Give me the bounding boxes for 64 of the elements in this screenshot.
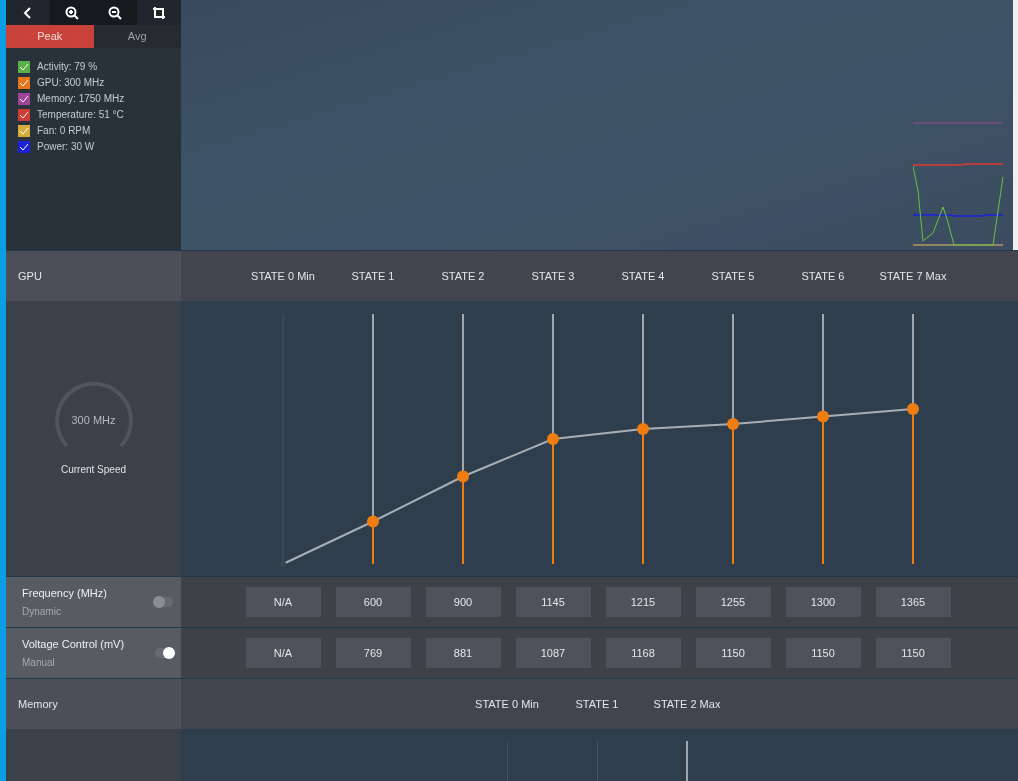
state-label: STATE 5 bbox=[711, 268, 755, 284]
zoom-in-icon bbox=[64, 5, 79, 20]
toggle-switch[interactable] bbox=[155, 648, 173, 658]
back-button[interactable] bbox=[6, 0, 50, 25]
state-slider[interactable] bbox=[907, 314, 919, 564]
value-field[interactable]: 1215 bbox=[605, 587, 681, 617]
value-field[interactable]: 769 bbox=[335, 638, 411, 668]
value-field[interactable]: 881 bbox=[425, 638, 501, 668]
legend-checkbox[interactable] bbox=[18, 76, 30, 89]
section-title: Memory bbox=[18, 696, 58, 712]
state-slider[interactable] bbox=[280, 314, 286, 567]
state-label: STATE 7 Max bbox=[879, 268, 947, 284]
setting-mode: Manual bbox=[22, 655, 56, 670]
state-label: STATE 2 bbox=[441, 268, 485, 284]
state-slider[interactable] bbox=[637, 314, 649, 564]
setting-label: Frequency (MHz) bbox=[22, 586, 107, 602]
state-slider[interactable] bbox=[727, 314, 739, 564]
state-slider[interactable] bbox=[367, 314, 379, 564]
legend-label: Memory: 1750 MHz bbox=[37, 92, 125, 106]
value-field[interactable]: 1087 bbox=[515, 638, 591, 668]
legend-label: Power: 30 W bbox=[37, 140, 95, 154]
gauge-label: Current Speed bbox=[60, 463, 126, 477]
legend-label: Activity: 79 % bbox=[37, 60, 98, 74]
legend-label: Fan: 0 RPM bbox=[37, 124, 91, 138]
crop-button[interactable] bbox=[137, 0, 181, 25]
state-slider[interactable] bbox=[547, 314, 559, 564]
state-slider[interactable] bbox=[817, 314, 829, 564]
value-field[interactable]: 1168 bbox=[605, 638, 681, 668]
zoom-in-button[interactable] bbox=[49, 0, 94, 25]
zoom-out-icon bbox=[108, 5, 123, 20]
state-label: STATE 2 Max bbox=[653, 696, 721, 712]
value-field[interactable]: 1255 bbox=[695, 587, 771, 617]
value-field[interactable]: 900 bbox=[425, 587, 501, 617]
state-label: STATE 0 Min bbox=[475, 696, 539, 712]
tab[interactable]: Avg bbox=[93, 25, 181, 48]
legend-checkbox[interactable] bbox=[18, 108, 30, 121]
legend-checkbox[interactable] bbox=[18, 140, 30, 153]
state-label: STATE 3 bbox=[531, 268, 575, 284]
section-title: GPU bbox=[18, 268, 42, 284]
setting-mode: Dynamic bbox=[22, 604, 62, 619]
state-label: STATE 0 Min bbox=[251, 268, 315, 284]
state-label: STATE 6 bbox=[801, 268, 845, 284]
gauge-value: 300 MHz bbox=[71, 412, 116, 428]
zoom-out-button[interactable] bbox=[93, 0, 138, 25]
state-label: STATE 1 bbox=[351, 268, 395, 284]
legend-label: Temperature: 51 °C bbox=[37, 108, 124, 122]
legend-checkbox[interactable] bbox=[18, 92, 30, 105]
state-label: STATE 1 bbox=[575, 696, 619, 712]
legend-checkbox[interactable] bbox=[18, 60, 30, 73]
value-field[interactable]: 1300 bbox=[785, 587, 861, 617]
legend-checkbox[interactable] bbox=[18, 124, 30, 137]
value-field[interactable]: 1145 bbox=[515, 587, 591, 617]
legend-label: GPU: 300 MHz bbox=[37, 76, 105, 90]
value-field[interactable]: 1150 bbox=[785, 638, 861, 668]
tab[interactable]: Peak bbox=[6, 25, 94, 48]
state-slider[interactable] bbox=[457, 314, 469, 564]
value-field[interactable]: 1150 bbox=[875, 638, 951, 668]
value-field[interactable]: 600 bbox=[335, 587, 411, 617]
crop-icon bbox=[152, 5, 167, 20]
state-label: STATE 4 bbox=[621, 268, 665, 284]
setting-label: Voltage Control (mV) bbox=[22, 637, 125, 653]
toggle-switch[interactable] bbox=[155, 597, 173, 607]
value-field[interactable]: 1365 bbox=[875, 587, 951, 617]
value-field[interactable]: 1150 bbox=[695, 638, 771, 668]
